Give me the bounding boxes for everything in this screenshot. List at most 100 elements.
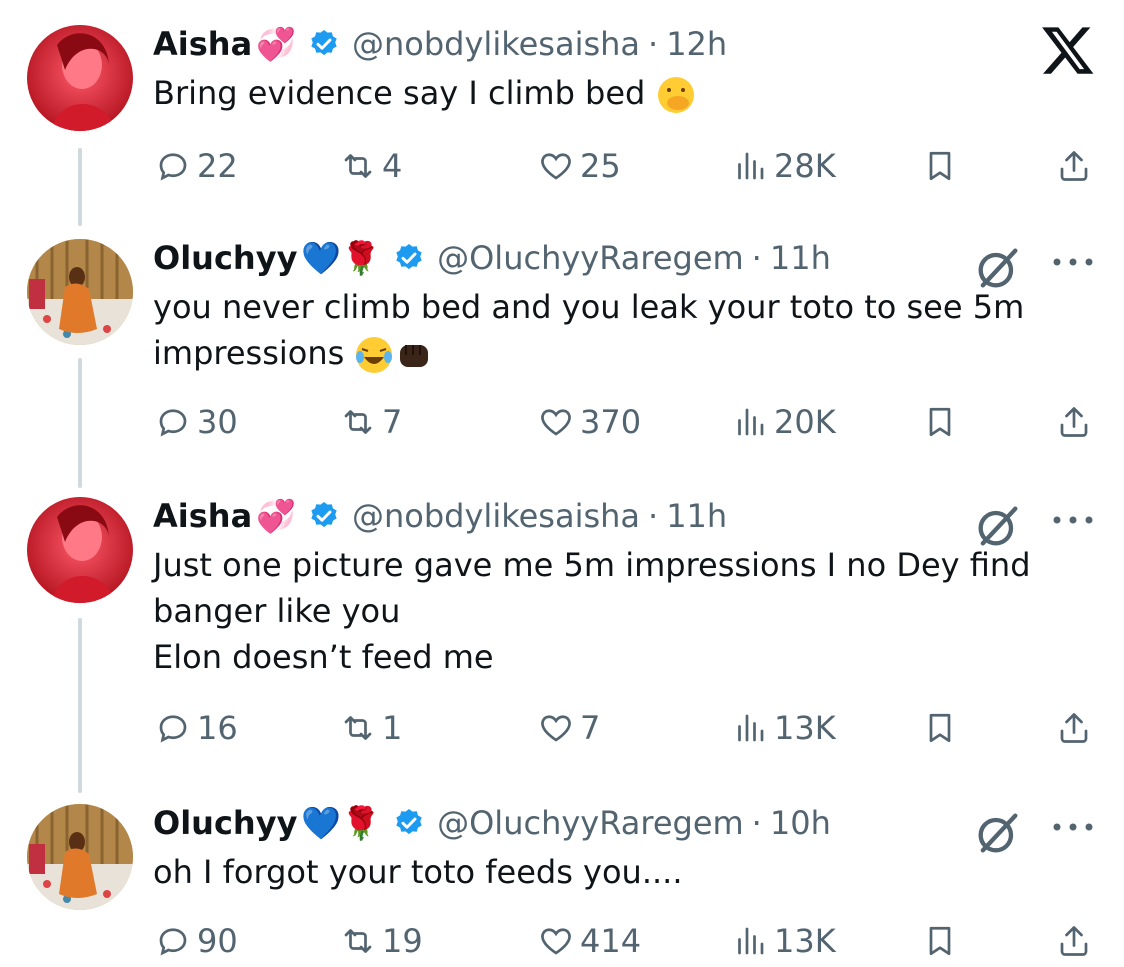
share-icon xyxy=(1060,926,1088,956)
like-count: 25 xyxy=(580,147,621,185)
separator-dot: · xyxy=(751,804,762,842)
separator-dot: · xyxy=(648,497,659,535)
share-button[interactable] xyxy=(1056,142,1098,190)
heart-icon xyxy=(541,153,571,180)
reply-icon xyxy=(159,928,187,956)
view-count: 13K xyxy=(774,922,836,960)
reply-count: 90 xyxy=(197,922,238,960)
verified-badge-icon xyxy=(308,28,340,60)
views-button[interactable]: 28K xyxy=(732,142,836,190)
fist-emoji xyxy=(400,345,429,367)
user-handle[interactable]: @OluchyyRaregem xyxy=(437,804,744,842)
display-name[interactable]: Oluchyy xyxy=(153,239,297,277)
avatar[interactable] xyxy=(27,497,133,603)
views-button[interactable]: 13K xyxy=(732,704,836,752)
tears-of-joy-emoji xyxy=(356,337,393,373)
reply-icon xyxy=(159,153,187,181)
separator-dot: · xyxy=(751,239,762,277)
retweet-button[interactable]: 4 xyxy=(340,142,402,190)
user-handle[interactable]: @nobdylikesaisha xyxy=(352,497,640,535)
tweet-text: you never climb bed and you leak your to… xyxy=(153,284,1083,376)
verified-badge-icon xyxy=(393,242,425,274)
analytics-icon xyxy=(738,927,764,955)
more-options-icon[interactable] xyxy=(1050,508,1096,532)
reply-icon xyxy=(159,715,187,743)
retweet-count: 7 xyxy=(382,403,403,441)
bookmark-button[interactable] xyxy=(922,142,964,190)
avatar[interactable] xyxy=(27,804,133,910)
bookmark-icon xyxy=(929,151,951,181)
timestamp[interactable]: 10h xyxy=(770,804,831,842)
like-button[interactable]: 414 xyxy=(538,917,641,965)
like-button[interactable]: 25 xyxy=(538,142,621,190)
views-button[interactable]: 13K xyxy=(732,917,836,965)
tweet-text-line: you never climb bed and you leak your to… xyxy=(153,288,1025,326)
bookmark-icon xyxy=(929,713,951,743)
retweet-icon xyxy=(344,154,372,178)
user-handle[interactable]: @OluchyyRaregem xyxy=(437,239,744,277)
tweet-text: oh I forgot your toto feeds you.... xyxy=(153,853,683,891)
analytics-icon xyxy=(738,152,764,180)
views-button[interactable]: 20K xyxy=(732,398,836,446)
share-icon xyxy=(1060,407,1088,437)
timestamp[interactable]: 11h xyxy=(770,239,831,277)
tweet-text: Just one picture gave me 5m impressions … xyxy=(153,546,1031,676)
share-icon xyxy=(1060,713,1088,743)
retweet-icon xyxy=(344,929,372,953)
reply-icon xyxy=(159,409,187,437)
heart-icon xyxy=(541,715,571,742)
retweet-button[interactable]: 19 xyxy=(340,917,423,965)
share-button[interactable] xyxy=(1056,398,1098,446)
user-handle[interactable]: @nobdylikesaisha xyxy=(352,25,640,63)
share-button[interactable] xyxy=(1056,917,1098,965)
bookmark-icon xyxy=(929,407,951,437)
reply-button[interactable]: 30 xyxy=(155,398,238,446)
reply-button[interactable]: 22 xyxy=(155,142,238,190)
retweet-count: 19 xyxy=(382,922,423,960)
reply-count: 30 xyxy=(197,403,238,441)
tweet-text-line: impressions xyxy=(153,334,345,372)
verified-badge-icon xyxy=(308,500,340,532)
avatar[interactable] xyxy=(27,239,133,345)
like-button[interactable]: 7 xyxy=(538,704,600,752)
heart-icon xyxy=(541,928,571,955)
like-button[interactable]: 370 xyxy=(538,398,641,446)
retweet-count: 4 xyxy=(382,147,403,185)
bookmark-icon xyxy=(929,926,951,956)
timestamp[interactable]: 11h xyxy=(666,497,727,535)
retweet-icon xyxy=(344,410,372,434)
retweet-button[interactable]: 1 xyxy=(340,704,402,752)
blue-heart-rose-emoji: 💙🌹 xyxy=(301,239,382,277)
bookmark-button[interactable] xyxy=(922,398,964,446)
view-count: 20K xyxy=(774,403,836,441)
verified-badge-icon xyxy=(393,807,425,839)
tweet-text-content: Bring evidence say I climb bed xyxy=(153,74,646,112)
separator-dot: · xyxy=(648,25,659,63)
heart-icon xyxy=(541,409,571,436)
avatar[interactable] xyxy=(27,25,133,131)
share-icon xyxy=(1060,151,1088,181)
reply-count: 16 xyxy=(197,709,238,747)
tweet-text: Bring evidence say I climb bed xyxy=(153,70,1083,116)
view-count: 28K xyxy=(774,147,836,185)
retweet-icon xyxy=(344,716,372,740)
like-count: 370 xyxy=(580,403,642,441)
analytics-icon xyxy=(738,714,764,742)
display-name[interactable]: Aisha xyxy=(153,497,252,535)
view-count: 13K xyxy=(774,709,836,747)
blue-heart-rose-emoji: 💙🌹 xyxy=(301,804,382,842)
share-button[interactable] xyxy=(1056,704,1098,752)
like-count: 414 xyxy=(580,922,642,960)
hand-over-mouth-emoji xyxy=(657,77,694,113)
display-name[interactable]: Oluchyy xyxy=(153,804,297,842)
timestamp[interactable]: 12h xyxy=(666,25,727,63)
more-options-icon[interactable] xyxy=(1050,250,1096,274)
display-name[interactable]: Aisha xyxy=(153,25,252,63)
reply-button[interactable]: 90 xyxy=(155,917,238,965)
more-options-icon[interactable] xyxy=(1050,815,1096,839)
bookmark-button[interactable] xyxy=(922,917,964,965)
bookmark-button[interactable] xyxy=(922,704,964,752)
retweet-button[interactable]: 7 xyxy=(340,398,402,446)
reply-button[interactable]: 16 xyxy=(155,704,238,752)
reply-count: 22 xyxy=(197,147,238,185)
